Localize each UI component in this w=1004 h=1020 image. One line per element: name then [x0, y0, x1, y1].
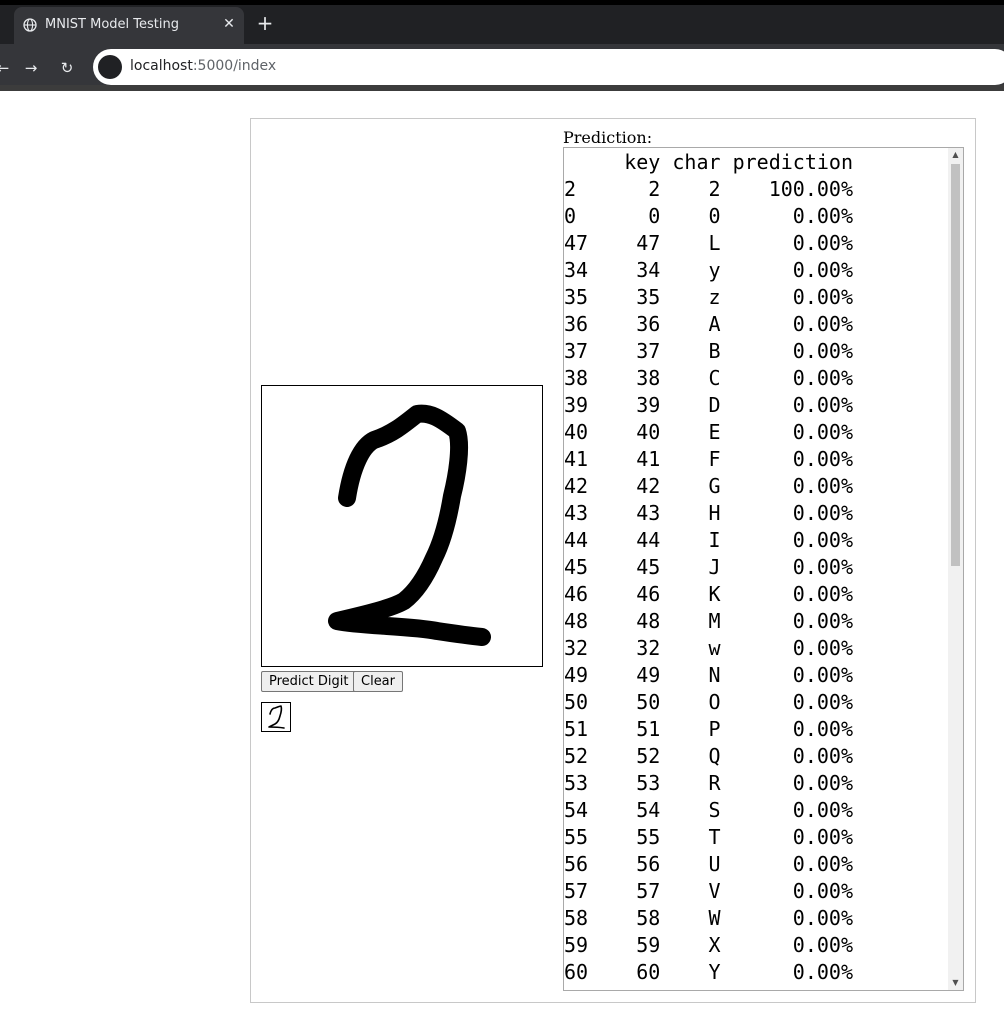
- scrollbar-thumb[interactable]: [951, 164, 960, 566]
- toolbar-divider: [0, 85, 1004, 91]
- url-text: localhost:5000/index: [130, 58, 276, 74]
- clear-button[interactable]: Clear: [353, 671, 403, 692]
- window-top-edge: [0, 0, 1004, 5]
- predict-digit-button[interactable]: Predict Digit: [261, 671, 357, 692]
- globe-icon: [23, 18, 37, 32]
- preview-thumbnail: [261, 702, 291, 732]
- address-bar[interactable]: localhost:5000/index: [93, 49, 1004, 85]
- url-host: localhost: [130, 58, 193, 74]
- prediction-output[interactable]: key char prediction 2 2 2 100.00% 0 0 0 …: [563, 147, 964, 991]
- scrollbar[interactable]: ▲ ▼: [948, 148, 963, 990]
- tab-title: MNIST Model Testing: [45, 17, 179, 32]
- browser-toolbar: ← → ↻ localhost:5000/index: [0, 44, 1004, 91]
- close-tab-icon[interactable]: ✕: [220, 15, 238, 33]
- forward-icon[interactable]: →: [22, 59, 40, 77]
- url-path: :5000/index: [192, 58, 277, 74]
- back-icon[interactable]: ←: [0, 59, 12, 77]
- reload-icon[interactable]: ↻: [58, 59, 76, 77]
- new-tab-button[interactable]: +: [255, 13, 275, 33]
- prediction-table-text: key char prediction 2 2 2 100.00% 0 0 0 …: [564, 150, 853, 984]
- site-info-icon[interactable]: [98, 55, 122, 79]
- scroll-down-arrow-icon[interactable]: ▼: [948, 976, 963, 990]
- prediction-label: Prediction:: [563, 128, 653, 147]
- drawing-canvas[interactable]: [261, 385, 543, 667]
- scroll-up-arrow-icon[interactable]: ▲: [948, 148, 963, 162]
- browser-tab[interactable]: MNIST Model Testing ✕: [14, 7, 244, 44]
